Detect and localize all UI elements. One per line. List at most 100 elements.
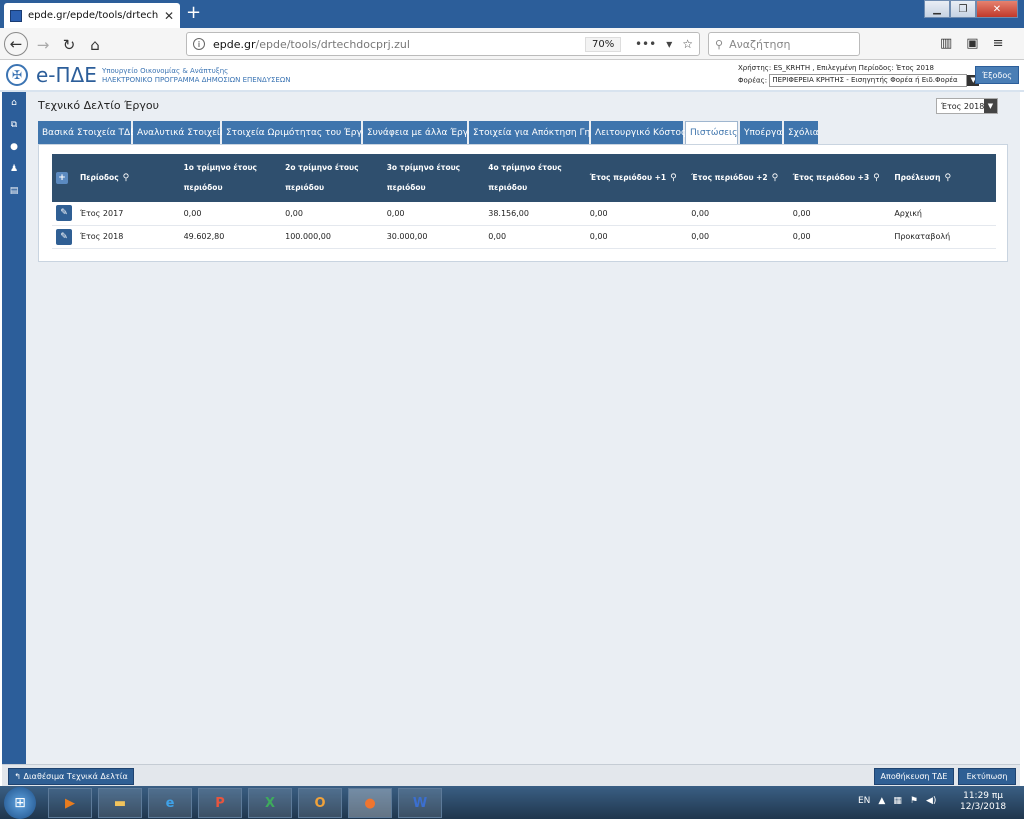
tab-detailed-info[interactable]: Αναλυτικά Στοιχεία [133,121,226,144]
internet-explorer-icon[interactable]: e [148,788,192,818]
col-origin[interactable]: Προέλευση ⚲ [890,154,996,202]
print-button[interactable]: Εκτύπωση [958,768,1016,785]
cell-period: Έτος 2018 [76,225,180,249]
edit-icon[interactable]: ✎ [56,205,72,222]
pocket-icon[interactable]: ▾ [666,37,672,51]
tab-maturity[interactable]: Στοιχεία Ωριμότητας του Έργου [222,121,373,144]
users-icon[interactable]: ♟ [2,158,26,180]
table-row[interactable]: ✎ Έτος 2017 0,00 0,00 0,00 38.156,00 0,0… [52,202,996,226]
user-info: Χρήστης: ES_KRHTH , Επιλεγμένη Περίοδος:… [738,63,980,87]
tab-land-acquisition[interactable]: Στοιχεία για Απόκτηση Γης [469,121,596,144]
flag-icon[interactable]: ⚑ [910,796,918,806]
search-icon: ⚲ [715,37,724,51]
tab-comments[interactable]: Σχόλια [784,121,819,144]
year-select[interactable]: Έτος 2018 ▼ [936,98,998,114]
credits-panel: + Περίοδος ⚲ 1ο τρίμηνο έτους περιόδου 2ο … [38,144,1008,262]
home-icon[interactable]: ⌂ [84,34,106,56]
zoom-level[interactable]: 70% [585,36,622,52]
library-icon[interactable]: ▥ [940,36,952,51]
cell-q2: 100.000,00 [281,225,383,249]
cell-origin: Προκαταβολή [890,225,996,249]
col-year-plus-1[interactable]: Έτος περιόδου +1 ⚲ [585,154,688,202]
program-label: ΗΛΕΚΤΡΟΝΙΚΟ ΠΡΟΓΡΑΜΜΑ ΔΗΜΟΣΙΩΝ ΕΠΕΝΔΥΣΕΩ… [102,76,291,84]
search-icon[interactable]: ⚲ [944,173,951,183]
minimize-icon[interactable]: ▁ [924,0,950,18]
sidebar-icon[interactable]: ▣ [966,36,978,51]
year-select-value: Έτος 2018 [941,101,985,111]
language-indicator[interactable]: EN [858,796,870,806]
new-tab-icon[interactable]: + [186,4,201,22]
cell-q2: 0,00 [281,202,383,226]
comments-icon[interactable]: ● [2,136,26,158]
home-rail-icon[interactable]: ⌂ [2,92,26,114]
maximize-icon[interactable]: ❐ [950,0,976,18]
main-content: Τεχνικό Δελτίο Έργου Έτος 2018 ▼ Βασικά … [26,92,1020,764]
tab-operating-cost[interactable]: Λειτουργικό Κόστος [591,121,686,144]
foreas-select[interactable]: ΠΕΡΙΦΕΡΕΙΑ ΚΡΗΤΗΣ - Εισηγητής Φορέα ή Ει… [769,74,968,87]
search-placeholder: Αναζήτηση [729,37,791,51]
ministry-label: Υπουργείο Οικονομίας & Ανάπτυξης [102,67,229,75]
os-taskbar: ⊞ ▶ ▬ e P X O ● W EN ▲ ▦ ⚑ ◀) 11:29 πμ 1… [0,786,1024,819]
reload-icon[interactable]: ↻ [58,34,80,56]
tab-credits[interactable]: Πιστώσεις [685,121,738,144]
bookmark-star-icon[interactable]: ☆ [682,37,693,51]
browser-tab-bar: epde.gr/epde/tools/drtechdoc ✕ + ▁ ❐ ✕ [0,0,1024,28]
available-techdocs-button[interactable]: ↰ Διαθέσιμα Τεχνικά Δελτία [8,768,134,785]
powerpoint-icon[interactable]: P [198,788,242,818]
word-icon[interactable]: W [398,788,442,818]
print-rail-icon[interactable]: ▤ [2,180,26,202]
close-tab-icon[interactable]: ✕ [164,9,174,23]
tray-arrow-icon[interactable]: ▲ [878,796,885,806]
greek-seal-icon: ✠ [6,64,28,86]
close-window-icon[interactable]: ✕ [976,0,1018,18]
col-q1: 1ο τρίμηνο έτους περιόδου [179,154,282,202]
forward-arrow-icon[interactable]: → [32,34,54,56]
search-icon[interactable]: ⚲ [772,173,779,183]
tab-related-projects[interactable]: Συνάφεια με άλλα Έργα [363,121,474,144]
clock-date: 12/3/2018 [960,802,1007,812]
search-icon[interactable]: ⚲ [123,173,130,183]
windows-start-icon[interactable]: ⊞ [4,787,36,819]
col-year-plus-2[interactable]: Έτος περιόδου +2 ⚲ [687,154,789,202]
edit-icon[interactable]: ✎ [56,228,72,245]
excel-icon[interactable]: X [248,788,292,818]
search-input[interactable]: ⚲ Αναζήτηση [708,32,860,56]
url-bar[interactable]: i epde.gr /epde/tools/drtechdocprj.zul 7… [186,32,700,56]
app-logo: e-ΠΔΕ [36,63,97,87]
search-icon[interactable]: ⚲ [670,173,677,183]
add-row-header: + [52,154,76,202]
table-row[interactable]: ✎ Έτος 2018 49.602,80 100.000,00 30.000,… [52,225,996,249]
outlook-icon[interactable]: O [298,788,342,818]
cell-y2: 0,00 [687,202,789,226]
network-icon[interactable]: ▦ [893,796,902,806]
back-arrow-icon: ↰ [14,772,24,781]
cell-y1: 0,00 [585,202,688,226]
tab-basic-info[interactable]: Βασικά Στοιχεία ΤΔΕ [38,121,136,144]
url-path: /epde/tools/drtechdocprj.zul [255,37,410,51]
volume-icon[interactable]: ◀) [926,796,936,806]
site-info-icon[interactable]: i [193,38,205,50]
menu-icon[interactable]: ≡ [993,36,1004,51]
browser-tab[interactable]: epde.gr/epde/tools/drtechdoc ✕ [4,3,180,28]
chevron-down-icon[interactable]: ▼ [984,99,997,113]
file-explorer-icon[interactable]: ▬ [98,788,142,818]
cell-y3: 0,00 [788,225,891,249]
app-header: ✠ e-ΠΔΕ Υπουργείο Οικονομίας & Ανάπτυξης… [0,60,1024,92]
documents-icon[interactable]: ⧉ [2,114,26,136]
clock-time: 11:29 πμ [963,791,1004,801]
col-year-plus-3[interactable]: Έτος περιόδου +3 ⚲ [788,154,891,202]
firefox-icon[interactable]: ● [348,788,392,818]
clock[interactable]: 11:29 πμ 12/3/2018 [960,791,1006,813]
back-arrow-icon[interactable]: ← [4,32,28,56]
table-header-row: + Περίοδος ⚲ 1ο τρίμηνο έτους περιόδου 2ο … [52,154,996,202]
exit-button[interactable]: Έξοδος [975,66,1019,84]
tab-subprojects[interactable]: Υποέργα [740,121,782,144]
page-actions-icon[interactable]: ••• [635,37,656,51]
save-button[interactable]: Αποθήκευση ΤΔΕ [874,768,954,785]
col-period[interactable]: Περίοδος ⚲ [76,154,180,202]
media-player-icon[interactable]: ▶ [48,788,92,818]
search-icon[interactable]: ⚲ [873,173,880,183]
credits-table: + Περίοδος ⚲ 1ο τρίμηνο έτους περιόδου 2ο … [52,154,996,249]
left-rail: ⌂ ⧉ ● ♟ ▤ [2,92,26,764]
add-icon[interactable]: + [56,172,68,184]
